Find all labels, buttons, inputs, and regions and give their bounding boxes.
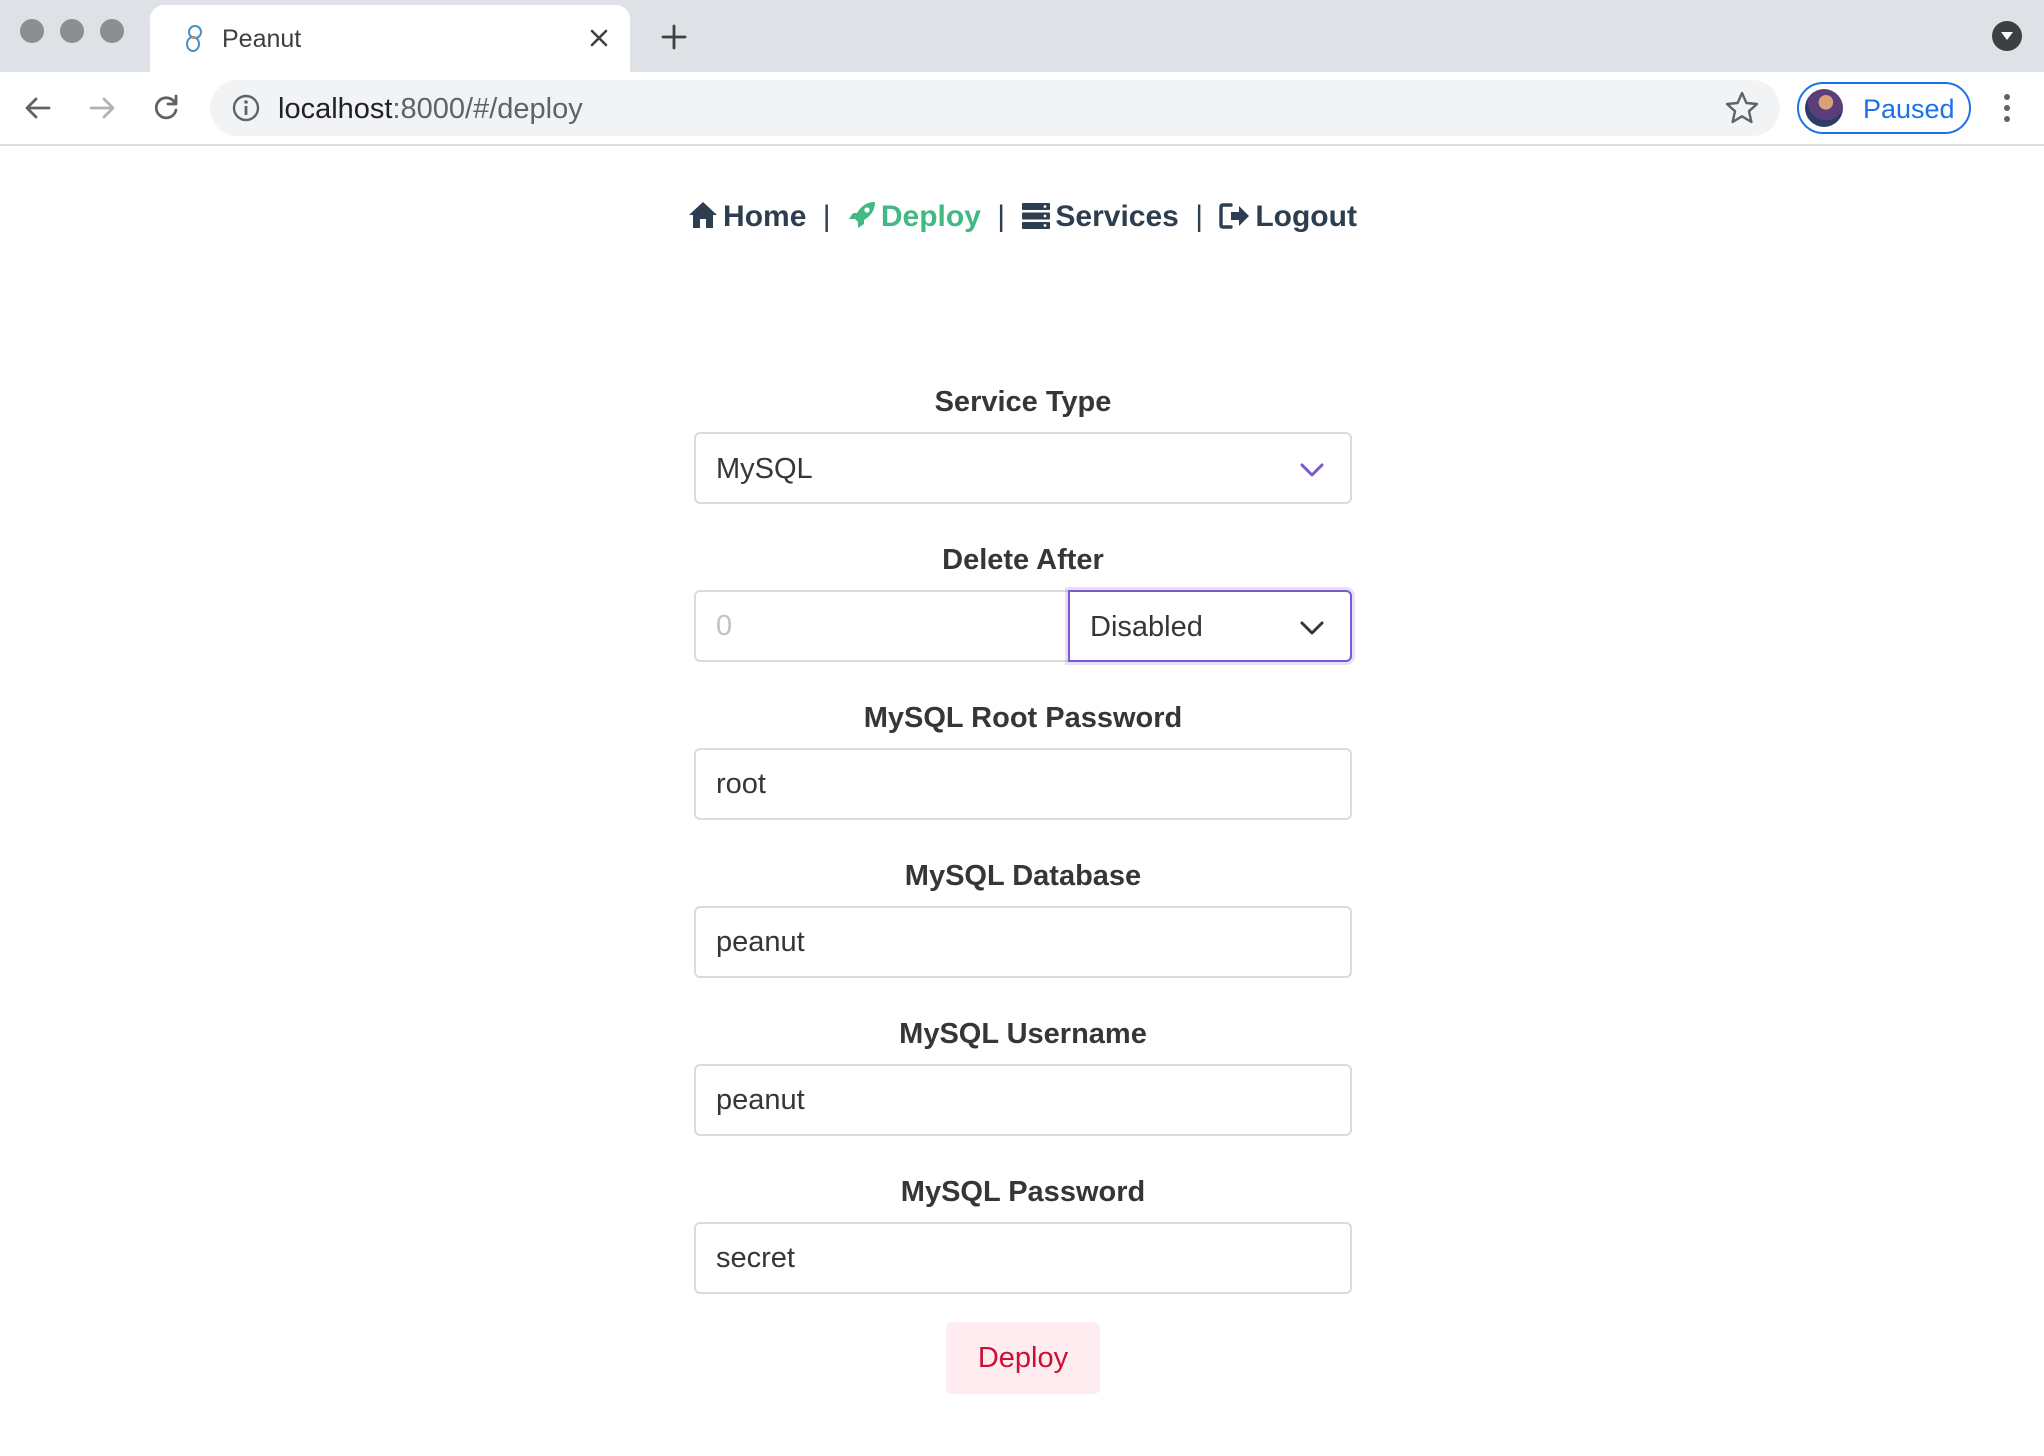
nav-home-link[interactable]: Home — [687, 200, 815, 233]
browser-menu-icon[interactable] — [1992, 88, 2022, 128]
nav-home-label: Home — [723, 200, 807, 233]
zoom-window-button[interactable] — [100, 19, 124, 43]
site-info-icon[interactable] — [230, 92, 262, 124]
browser-toolbar: localhost:8000/#/deploy Paused — [0, 72, 2044, 146]
chevron-down-icon — [1300, 463, 1324, 477]
browser-tab[interactable]: Peanut — [150, 5, 630, 72]
address-bar[interactable]: localhost:8000/#/deploy — [210, 80, 1780, 136]
peanut-favicon-icon — [186, 25, 202, 52]
service-type-value: MySQL — [716, 453, 813, 485]
delete-after-group: Disabled — [694, 590, 1352, 662]
forward-arrow-icon[interactable] — [82, 88, 122, 128]
deploy-button[interactable]: Deploy — [946, 1322, 1100, 1394]
service-type-label: Service Type — [934, 386, 1112, 418]
chevron-down-icon — [1300, 621, 1324, 635]
username-label: MySQL Username — [899, 1018, 1147, 1050]
root-password-input[interactable] — [694, 748, 1352, 820]
database-input[interactable] — [694, 906, 1352, 978]
tab-title: Peanut — [222, 25, 302, 53]
database-label: MySQL Database — [904, 860, 1142, 892]
bookmark-star-icon[interactable] — [1724, 90, 1760, 126]
rocket-icon — [848, 202, 875, 228]
url-host: localhost — [278, 93, 393, 125]
delete-after-unit-value: Disabled — [1090, 611, 1203, 643]
url-text[interactable]: localhost:8000/#/deploy — [278, 93, 583, 126]
deploy-form: Service Type MySQL Delete After Disabled… — [694, 380, 1352, 1328]
delete-after-unit-select[interactable]: Disabled — [1068, 590, 1352, 662]
server-icon — [1022, 203, 1051, 229]
tab-close-icon[interactable] — [580, 19, 618, 57]
minimize-window-button[interactable] — [60, 19, 84, 43]
root-password-label: MySQL Root Password — [863, 702, 1183, 734]
nav-services-link[interactable]: Services — [1013, 200, 1187, 233]
password-input[interactable] — [694, 1222, 1352, 1294]
nav-deploy-label: Deploy — [880, 200, 981, 233]
nav-deploy-link[interactable]: Deploy — [839, 200, 990, 233]
nav-separator: | — [1195, 200, 1203, 233]
close-window-button[interactable] — [20, 19, 44, 43]
browser-tab-strip: Peanut — [0, 0, 2044, 72]
nav-separator: | — [822, 200, 831, 233]
delete-after-input[interactable] — [694, 590, 1068, 662]
delete-after-label: Delete After — [942, 544, 1104, 576]
new-tab-plus-icon[interactable] — [654, 17, 694, 57]
username-input[interactable] — [694, 1064, 1352, 1136]
sign-out-icon — [1219, 203, 1250, 229]
avatar — [1805, 89, 1843, 127]
tab-search-icon[interactable] — [1992, 21, 2022, 51]
password-label: MySQL Password — [900, 1176, 1146, 1208]
reload-icon[interactable] — [146, 88, 186, 128]
nav-services-label: Services — [1055, 200, 1179, 233]
nav-separator: | — [997, 200, 1006, 233]
url-path: :8000/#/deploy — [392, 93, 583, 125]
app-navbar: Home | Deploy | Services | Logout — [0, 200, 2044, 234]
nav-logout-link[interactable]: Logout — [1211, 200, 1357, 233]
service-type-select[interactable]: MySQL — [694, 432, 1352, 504]
profile-button[interactable]: Paused — [1797, 82, 1971, 134]
nav-logout-label: Logout — [1255, 200, 1357, 233]
home-icon — [689, 202, 718, 228]
profile-status-label: Paused — [1863, 94, 1955, 124]
back-arrow-icon[interactable] — [18, 88, 58, 128]
